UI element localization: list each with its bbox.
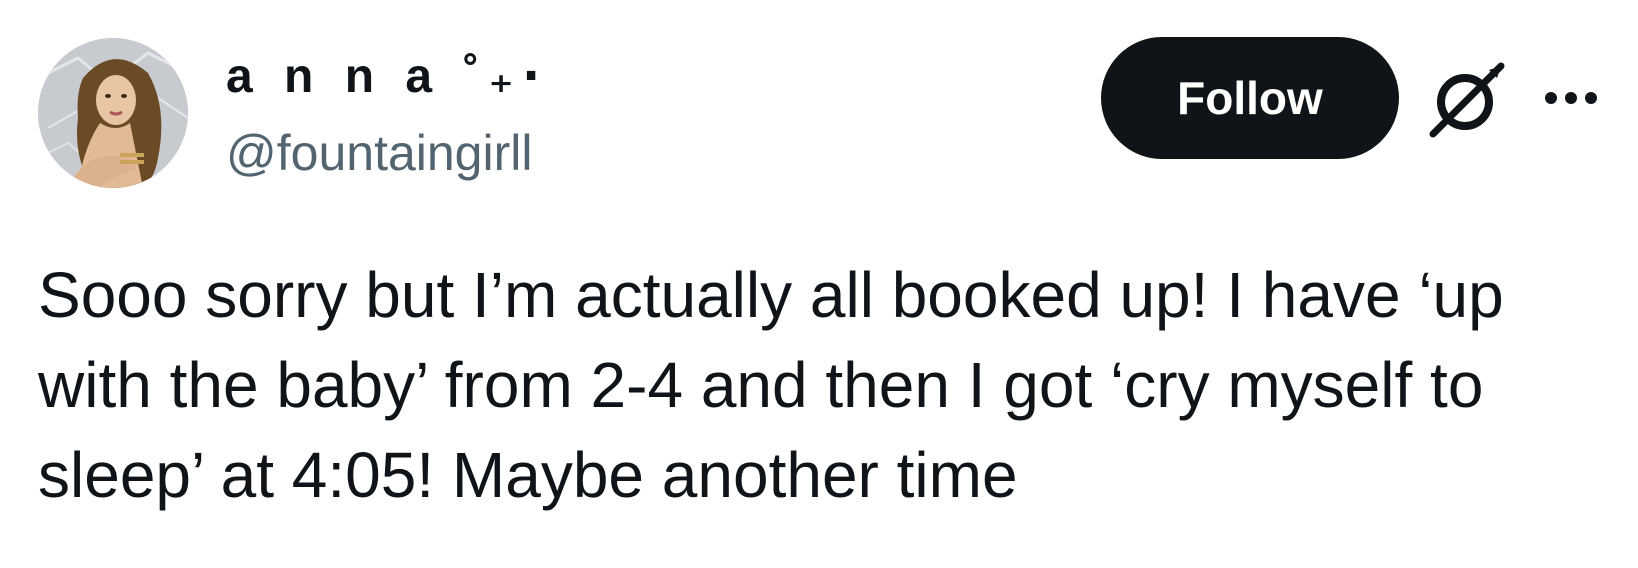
grok-icon[interactable]	[1425, 58, 1509, 142]
follow-button[interactable]: Follow	[1101, 37, 1399, 159]
more-options-icon[interactable]	[1543, 90, 1599, 106]
author-display-name[interactable]: a n n a ˚₊‧	[226, 46, 548, 108]
avatar[interactable]	[38, 38, 188, 188]
avatar-image	[38, 38, 188, 188]
tweet-text: Sooo sorry but I’m actually all booked u…	[38, 259, 1504, 511]
author-handle[interactable]: @fountaingirll	[226, 122, 532, 184]
